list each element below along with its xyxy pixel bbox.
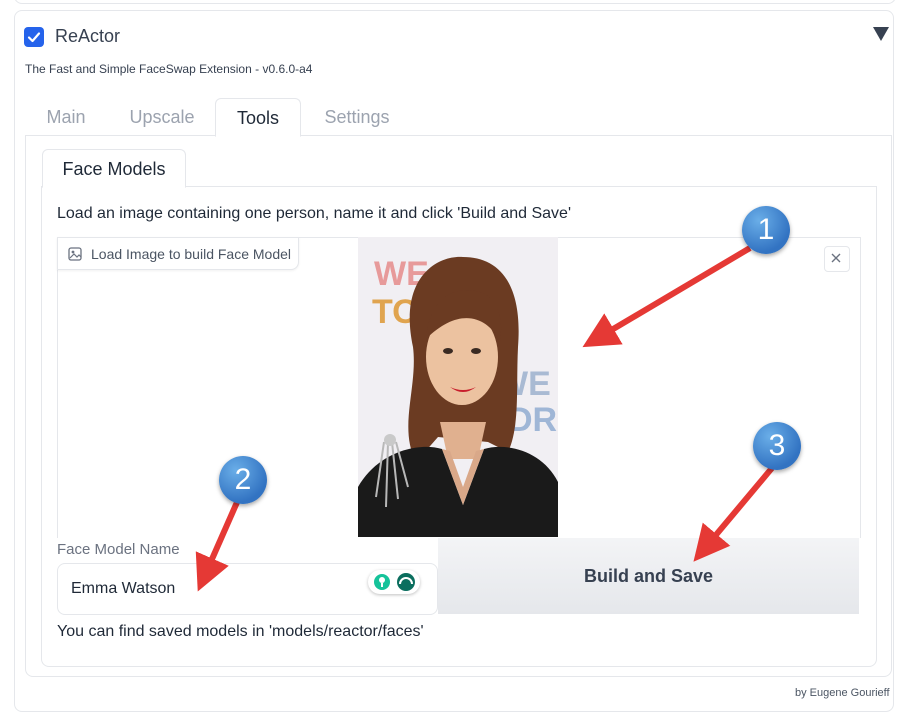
- instructions-text: Load an image containing one person, nam…: [57, 205, 571, 222]
- callout-3: 3: [753, 422, 801, 470]
- portrait-illustration: WE TO WE DA DRE: [358, 237, 558, 537]
- grammarly-icon: [374, 573, 415, 591]
- collapse-triangle-icon[interactable]: [873, 27, 889, 41]
- face-model-name-value: Emma Watson: [71, 580, 176, 597]
- callout-1: 1: [742, 206, 790, 254]
- load-image-label: Load Image to build Face Model: [91, 246, 292, 262]
- tab-tools[interactable]: Tools: [215, 98, 301, 137]
- previous-panel-edge: [14, 0, 896, 4]
- build-and-save-button[interactable]: Build and Save: [438, 538, 859, 614]
- image-icon: [68, 247, 82, 261]
- load-image-badge[interactable]: Load Image to build Face Model: [57, 237, 299, 270]
- tab-settings[interactable]: Settings: [311, 98, 403, 135]
- uploaded-face-image: WE TO WE DA DRE: [358, 237, 558, 537]
- tab-main[interactable]: Main: [25, 98, 107, 135]
- enable-checkbox[interactable]: [24, 27, 44, 47]
- grammarly-widget[interactable]: [368, 570, 420, 594]
- tab-bar: Main Upscale Tools Settings: [25, 98, 891, 137]
- close-icon: [831, 253, 841, 263]
- face-model-name-label: Face Model Name: [57, 541, 180, 558]
- checkmark-icon: [27, 32, 41, 43]
- clear-image-button[interactable]: [824, 246, 850, 272]
- tab-upscale[interactable]: Upscale: [113, 98, 211, 135]
- callout-2: 2: [219, 456, 267, 504]
- author-credit: by Eugene Gourieff: [795, 687, 890, 699]
- face-model-name-input[interactable]: Emma Watson: [57, 563, 438, 615]
- tab-face-models[interactable]: Face Models: [42, 149, 186, 188]
- extension-title: ReActor: [55, 26, 121, 46]
- saved-models-hint: You can find saved models in 'models/rea…: [57, 623, 424, 640]
- extension-subtitle: The Fast and Simple FaceSwap Extension -…: [25, 62, 313, 76]
